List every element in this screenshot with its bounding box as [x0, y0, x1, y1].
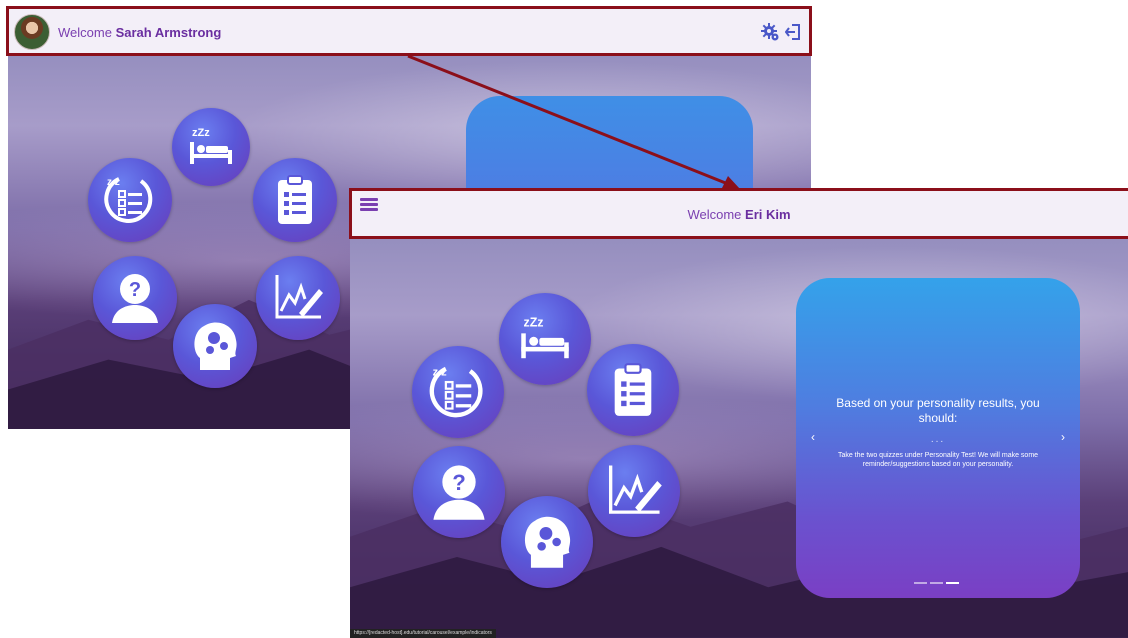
carousel-indicator[interactable] [914, 582, 927, 584]
carousel-ellipsis: ... [930, 434, 946, 445]
carousel-title: Based on your personality results, you s… [836, 396, 1040, 425]
hamburger-menu-icon[interactable] [360, 198, 378, 212]
feature-progress-chart[interactable] [256, 256, 340, 340]
progress-chart-icon [609, 465, 662, 514]
feature-brain-gears[interactable] [173, 304, 257, 388]
avatar[interactable] [14, 14, 50, 50]
progress-chart-icon [275, 275, 323, 319]
checklist-icon [614, 363, 652, 416]
carousel-body: Take the two quizzes under Personality T… [837, 452, 1039, 468]
sleep-icon: zZz [521, 316, 569, 359]
carousel-indicator[interactable] [930, 582, 943, 584]
brain-gears-icon [524, 516, 571, 568]
sleep-icon: zZz [190, 127, 232, 164]
welcome-text: Welcome Eri Kim [687, 206, 791, 222]
carousel-indicators [914, 582, 959, 584]
front-screenshot: zZz z z ? ‹ › Based on your personality … [350, 190, 1128, 638]
link-status-bar: https://[redacted-host].edu/tutorial/car… [350, 629, 496, 638]
svg-text:z z: z z [107, 177, 120, 188]
front-header: Welcome Eri Kim [350, 190, 1128, 238]
svg-text:?: ? [452, 470, 466, 495]
feature-task-list[interactable]: z z [88, 158, 172, 242]
feature-checklist[interactable] [587, 344, 679, 436]
feature-sleep[interactable]: zZz [499, 293, 591, 385]
feature-sleep[interactable]: zZz [172, 108, 250, 186]
suggestion-carousel: ‹ › Based on your personality results, y… [796, 278, 1080, 598]
svg-text:?: ? [129, 279, 141, 301]
help-icon: ? [433, 465, 485, 520]
help-icon: ? [112, 274, 158, 323]
settings-gear-icon[interactable] [761, 23, 779, 41]
task-list-icon: z z [429, 366, 483, 418]
feature-help[interactable]: ? [413, 446, 505, 538]
logout-icon[interactable] [785, 23, 801, 41]
svg-text:zZz: zZz [524, 316, 544, 330]
feature-checklist[interactable] [253, 158, 337, 242]
brain-gears-icon [194, 322, 237, 370]
back-header: Welcome Sarah Armstrong [8, 8, 811, 56]
feature-task-list[interactable]: z z [412, 346, 504, 438]
carousel-indicator-active[interactable] [946, 582, 959, 584]
feature-progress-chart[interactable] [588, 445, 680, 537]
feature-help[interactable]: ? [93, 256, 177, 340]
svg-text:z z: z z [433, 366, 448, 378]
svg-text:zZz: zZz [192, 127, 210, 139]
checklist-icon [278, 175, 312, 224]
task-list-icon: z z [104, 177, 153, 223]
welcome-text: Welcome Sarah Armstrong [58, 24, 222, 40]
feature-brain-gears[interactable] [501, 496, 593, 588]
